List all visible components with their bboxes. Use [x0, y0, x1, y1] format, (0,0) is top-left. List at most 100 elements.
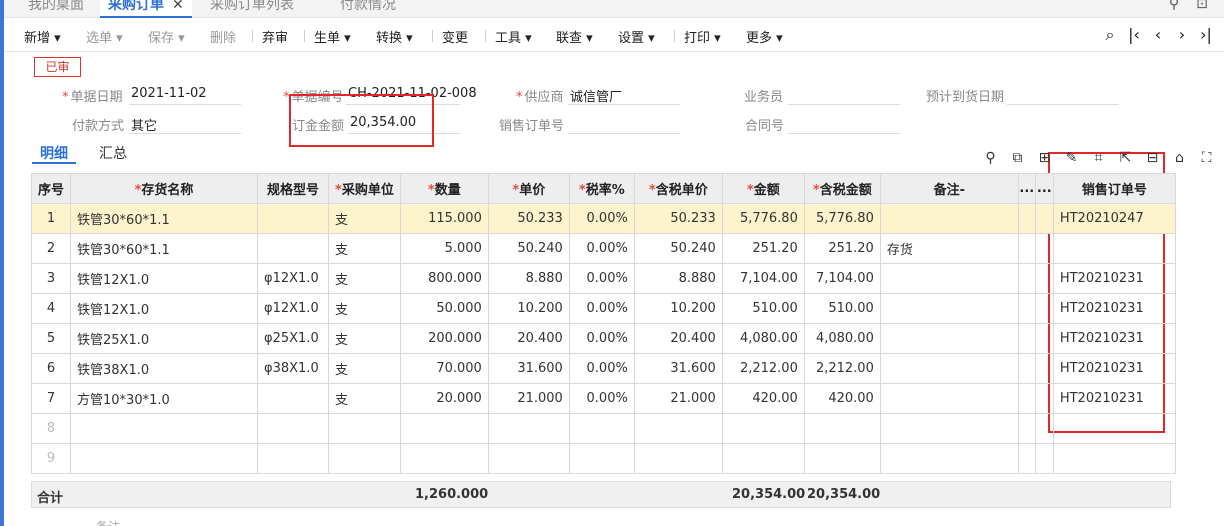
table-cell[interactable]: [1017, 353, 1036, 384]
table-cell[interactable]: 铁管30*60*1.1: [70, 203, 259, 234]
table-cell[interactable]: [328, 413, 401, 444]
table-cell[interactable]: [879, 203, 1019, 234]
table-cell[interactable]: 50.000: [399, 293, 489, 324]
table-cell[interactable]: 420.00: [803, 383, 881, 414]
change-button[interactable]: 变更: [442, 27, 468, 46]
scan-icon[interactable]: ⌗: [1085, 150, 1112, 166]
table-cell[interactable]: 4,080.00: [803, 323, 881, 354]
table-cell[interactable]: 4,080.00: [721, 323, 805, 354]
table-cell[interactable]: [1017, 413, 1036, 444]
table-cell[interactable]: 2,212.00: [721, 353, 805, 384]
date-field[interactable]: 2021-11-02: [129, 86, 207, 101]
table-cell[interactable]: [879, 353, 1019, 384]
table-cell[interactable]: 251.20: [721, 233, 805, 264]
table-cell[interactable]: 0.00%: [568, 383, 635, 414]
table-row[interactable]: 7 方管10*30*1.0 支 20.000 21.000 0.00% 21.000 420.…: [30, 383, 1176, 414]
table-cell[interactable]: φ25X1.0: [257, 323, 330, 354]
table-cell[interactable]: 50.233: [633, 203, 723, 234]
table-cell[interactable]: 铁管25X1.0: [70, 323, 259, 354]
table-cell[interactable]: φ12X1.0: [257, 263, 330, 294]
delete-button[interactable]: 删除: [210, 27, 236, 46]
table-cell[interactable]: [633, 443, 723, 474]
col-header[interactable]: *含税单价: [633, 173, 723, 204]
table-cell[interactable]: 200.000: [399, 323, 489, 354]
table-cell[interactable]: 9: [30, 443, 72, 474]
table-cell[interactable]: HT20210231: [1052, 383, 1176, 414]
table-cell[interactable]: [257, 383, 330, 414]
table-cell[interactable]: 20.400: [633, 323, 723, 354]
table-cell[interactable]: [879, 443, 1019, 474]
table-cell[interactable]: 20.400: [487, 323, 570, 354]
table-cell[interactable]: [879, 413, 1019, 444]
table-cell[interactable]: [1034, 413, 1054, 444]
col-header[interactable]: *采购单位: [328, 173, 401, 204]
edit-icon[interactable]: ✎: [1058, 150, 1085, 166]
table-row-empty[interactable]: 9: [30, 443, 1176, 474]
table-cell[interactable]: 0.00%: [568, 203, 635, 234]
table-cell[interactable]: [399, 443, 489, 474]
table-cell[interactable]: 7: [30, 383, 72, 414]
table-cell[interactable]: φ38X1.0: [257, 353, 330, 384]
table-cell[interactable]: [1034, 323, 1054, 354]
table-cell[interactable]: [721, 413, 805, 444]
table-cell[interactable]: [879, 293, 1019, 324]
table-cell[interactable]: 铁管12X1.0: [70, 293, 259, 324]
table-cell[interactable]: 21.000: [487, 383, 570, 414]
table-cell[interactable]: [257, 443, 330, 474]
table-cell[interactable]: [1034, 263, 1054, 294]
first-record-icon[interactable]: |‹: [1122, 25, 1146, 44]
table-cell[interactable]: 支: [328, 383, 401, 414]
table-cell[interactable]: 50.233: [487, 203, 570, 234]
payment-field[interactable]: 其它: [129, 115, 157, 134]
table-row[interactable]: 2 铁管30*60*1.1 支 5.000 50.240 0.00% 50.240 251.2…: [30, 233, 1176, 264]
table-cell[interactable]: [257, 203, 330, 234]
table-cell[interactable]: HT20210247: [1052, 203, 1176, 234]
table-cell[interactable]: [1034, 353, 1054, 384]
col-header[interactable]: 序号: [30, 173, 72, 204]
table-cell[interactable]: 0.00%: [568, 323, 635, 354]
table-cell[interactable]: 0.00%: [568, 263, 635, 294]
split-icon[interactable]: ⊟: [1139, 150, 1166, 166]
close-icon[interactable]: ✕: [172, 0, 184, 13]
table-cell[interactable]: 5: [30, 323, 72, 354]
table-cell[interactable]: 8.880: [487, 263, 570, 294]
table-cell[interactable]: HT20210231: [1052, 293, 1176, 324]
expand-icon[interactable]: ⛶: [1193, 150, 1220, 166]
table-cell[interactable]: [721, 443, 805, 474]
table-cell[interactable]: 251.20: [803, 233, 881, 264]
table-cell[interactable]: 支: [328, 323, 401, 354]
col-header[interactable]: *单价: [487, 173, 570, 204]
tools-button[interactable]: 工具 ▾: [495, 27, 532, 46]
table-row[interactable]: 6 铁管38X1.0 φ38X1.0 支 70.000 31.600 0.00% 31.600…: [30, 353, 1176, 384]
table-cell[interactable]: 0.00%: [568, 353, 635, 384]
table-cell[interactable]: [803, 413, 881, 444]
table-cell[interactable]: 铁管12X1.0: [70, 263, 259, 294]
table-cell[interactable]: 50.240: [633, 233, 723, 264]
col-header[interactable]: ...: [1017, 173, 1036, 204]
table-cell[interactable]: 存货: [879, 233, 1019, 264]
table-cell[interactable]: [879, 263, 1019, 294]
table-cell[interactable]: φ12X1.0: [257, 293, 330, 324]
table-row[interactable]: 3 铁管12X1.0 φ12X1.0 支 800.000 8.880 0.00% 8.880 7…: [30, 263, 1176, 294]
convert-button[interactable]: 转换 ▾: [376, 27, 413, 46]
table-cell[interactable]: 支: [328, 203, 401, 234]
table-cell[interactable]: [633, 413, 723, 444]
table-cell[interactable]: 2,212.00: [803, 353, 881, 384]
tab-payment-status[interactable]: 付款情况: [340, 0, 396, 18]
table-cell[interactable]: 21.000: [633, 383, 723, 414]
home-icon[interactable]: ⌂: [1166, 150, 1193, 166]
table-cell[interactable]: [568, 413, 635, 444]
last-record-icon[interactable]: ›|: [1194, 25, 1218, 44]
table-cell[interactable]: 50.240: [487, 233, 570, 264]
table-cell[interactable]: [1017, 263, 1036, 294]
table-cell[interactable]: 8: [30, 413, 72, 444]
table-cell[interactable]: 5.000: [399, 233, 489, 264]
table-cell[interactable]: [1052, 443, 1176, 474]
table-cell[interactable]: [1034, 203, 1054, 234]
table-cell[interactable]: 7,104.00: [721, 263, 805, 294]
table-cell[interactable]: [487, 443, 570, 474]
table-cell[interactable]: [1017, 203, 1036, 234]
pin-icon[interactable]: ⊡: [1188, 0, 1216, 12]
table-cell[interactable]: 4: [30, 293, 72, 324]
table-cell[interactable]: [328, 443, 401, 474]
